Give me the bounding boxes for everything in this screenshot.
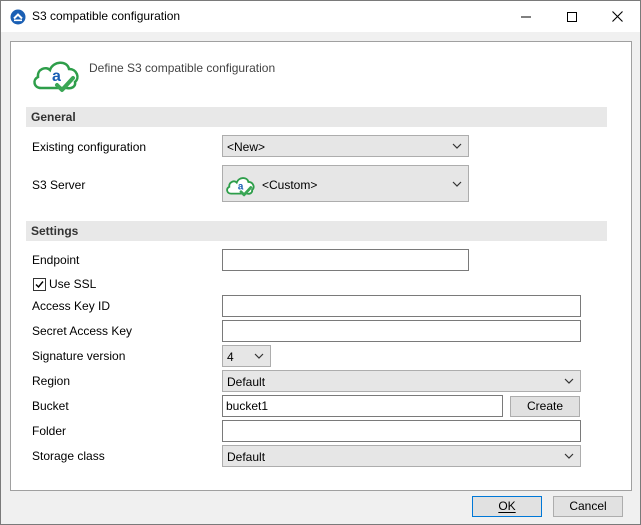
section-settings-title: Settings (31, 224, 79, 238)
ok-button-label: OK (498, 499, 516, 513)
endpoint-label: Endpoint (32, 253, 80, 267)
storage-class-label: Storage class (32, 449, 105, 463)
dialog-window: S3 compatible configuration a Define S3 … (0, 0, 641, 525)
title-bar[interactable]: S3 compatible configuration (1, 1, 640, 32)
svg-text:a: a (52, 68, 61, 85)
create-bucket-button[interactable]: Create (510, 396, 580, 417)
secret-key-input[interactable] (222, 320, 581, 342)
signature-version-value: 4 (227, 350, 234, 364)
access-key-input[interactable] (222, 295, 581, 317)
chevron-down-icon (564, 378, 574, 384)
section-settings: Settings (26, 221, 607, 241)
maximize-button[interactable] (549, 1, 595, 32)
region-select[interactable]: Default (222, 370, 581, 392)
bucket-label: Bucket (32, 399, 69, 413)
s3-server-label: S3 Server (32, 178, 86, 192)
content-panel: a Define S3 compatible configuration Gen… (10, 41, 632, 491)
secret-key-label: Secret Access Key (32, 324, 133, 338)
bucket-input[interactable]: bucket1 (222, 395, 503, 417)
storage-class-select[interactable]: Default (222, 445, 581, 467)
folder-input[interactable] (222, 420, 581, 442)
header-description: Define S3 compatible configuration (89, 61, 276, 75)
section-general-title: General (31, 110, 76, 124)
folder-label: Folder (32, 424, 67, 438)
maximize-icon (567, 11, 577, 22)
minimize-button[interactable] (503, 1, 549, 32)
use-ssl-label[interactable]: Use SSL (49, 277, 96, 291)
existing-configuration-label: Existing configuration (32, 140, 147, 154)
existing-configuration-value: <New> (227, 140, 266, 154)
chevron-down-icon (452, 143, 462, 149)
app-icon (10, 9, 26, 25)
chevron-down-icon (254, 353, 264, 359)
s3-server-select[interactable]: a <Custom> (222, 165, 469, 202)
cancel-button-label: Cancel (569, 499, 607, 513)
s3-server-value: <Custom> (262, 178, 318, 192)
close-button[interactable] (594, 1, 640, 32)
access-key-label: Access Key ID (32, 299, 111, 313)
region-label: Region (32, 374, 71, 388)
window-title: S3 compatible configuration (32, 9, 181, 23)
use-ssl-checkbox[interactable] (33, 278, 46, 291)
chevron-down-icon (564, 453, 574, 459)
cloud-s3-icon: a (33, 61, 79, 92)
section-general: General (26, 107, 607, 127)
ok-button[interactable]: OK (472, 496, 542, 517)
region-value: Default (227, 375, 266, 389)
existing-configuration-select[interactable]: <New> (222, 135, 469, 157)
close-icon (611, 11, 623, 22)
signature-version-select[interactable]: 4 (222, 345, 271, 367)
checkmark-icon (35, 281, 44, 289)
storage-class-value: Default (227, 450, 266, 464)
cloud-s3-small-icon: a (226, 177, 255, 197)
minimize-icon (521, 16, 531, 17)
endpoint-input[interactable] (222, 249, 469, 271)
cancel-button[interactable]: Cancel (553, 496, 623, 517)
chevron-down-icon (452, 181, 462, 187)
signature-version-label: Signature version (32, 349, 126, 363)
